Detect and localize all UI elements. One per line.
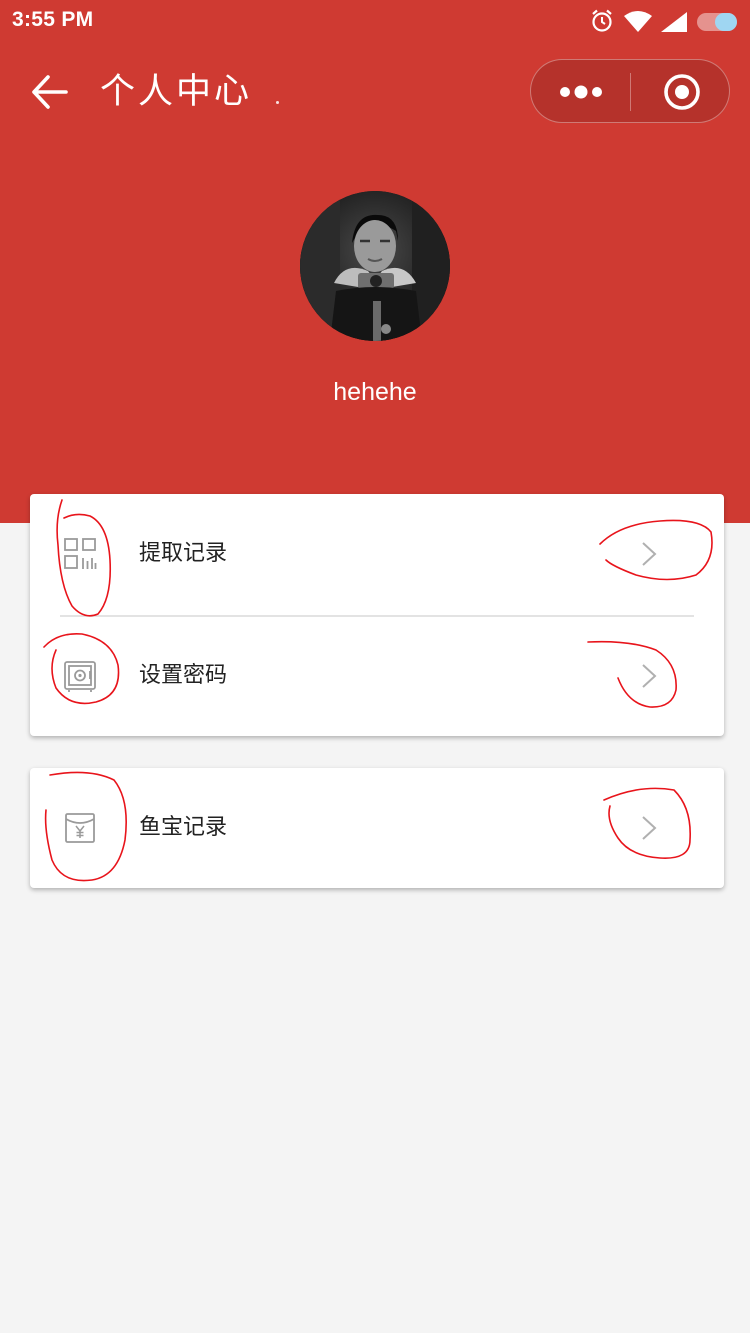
more-button[interactable] [531, 60, 630, 124]
arrow-left-icon [32, 75, 68, 109]
avatar-photo [300, 191, 450, 341]
title-dot [276, 101, 279, 104]
close-button[interactable] [631, 60, 731, 124]
menu-card-1: 提取记录 设置密码 [30, 494, 724, 736]
menu-item-set-password[interactable]: 设置密码 [30, 616, 724, 736]
red-envelope-yen-icon [65, 813, 95, 843]
menu-item-label: 鱼宝记录 [139, 815, 228, 840]
qrcode-icon [64, 538, 97, 569]
safe-icon [64, 661, 96, 692]
menu-item-label: 设置密码 [139, 663, 228, 688]
username: hehehe [333, 378, 417, 406]
status-time: 3:55 PM [12, 8, 94, 31]
battery-icon [697, 13, 737, 31]
signal-icon [661, 12, 687, 32]
menu-card-2: 鱼宝记录 [30, 768, 724, 888]
nav-bar: 个人中心 [0, 48, 750, 138]
avatar[interactable] [300, 191, 450, 341]
chevron-right-icon [642, 816, 657, 840]
alarm-icon [592, 9, 612, 32]
target-close-icon [664, 74, 700, 110]
menu-item-extract-records[interactable]: 提取记录 [30, 494, 724, 614]
more-dots-icon [560, 85, 602, 99]
status-bar: 3:55 PM [0, 0, 750, 42]
mini-program-capsule [530, 59, 730, 123]
chevron-right-icon [642, 542, 657, 566]
menu-item-label: 提取记录 [139, 541, 228, 566]
page-title: 个人中心 [100, 72, 253, 112]
back-button[interactable] [28, 72, 72, 112]
wifi-icon [624, 11, 652, 32]
menu-item-yubao-records[interactable]: 鱼宝记录 [30, 768, 724, 888]
chevron-right-icon [642, 664, 657, 688]
